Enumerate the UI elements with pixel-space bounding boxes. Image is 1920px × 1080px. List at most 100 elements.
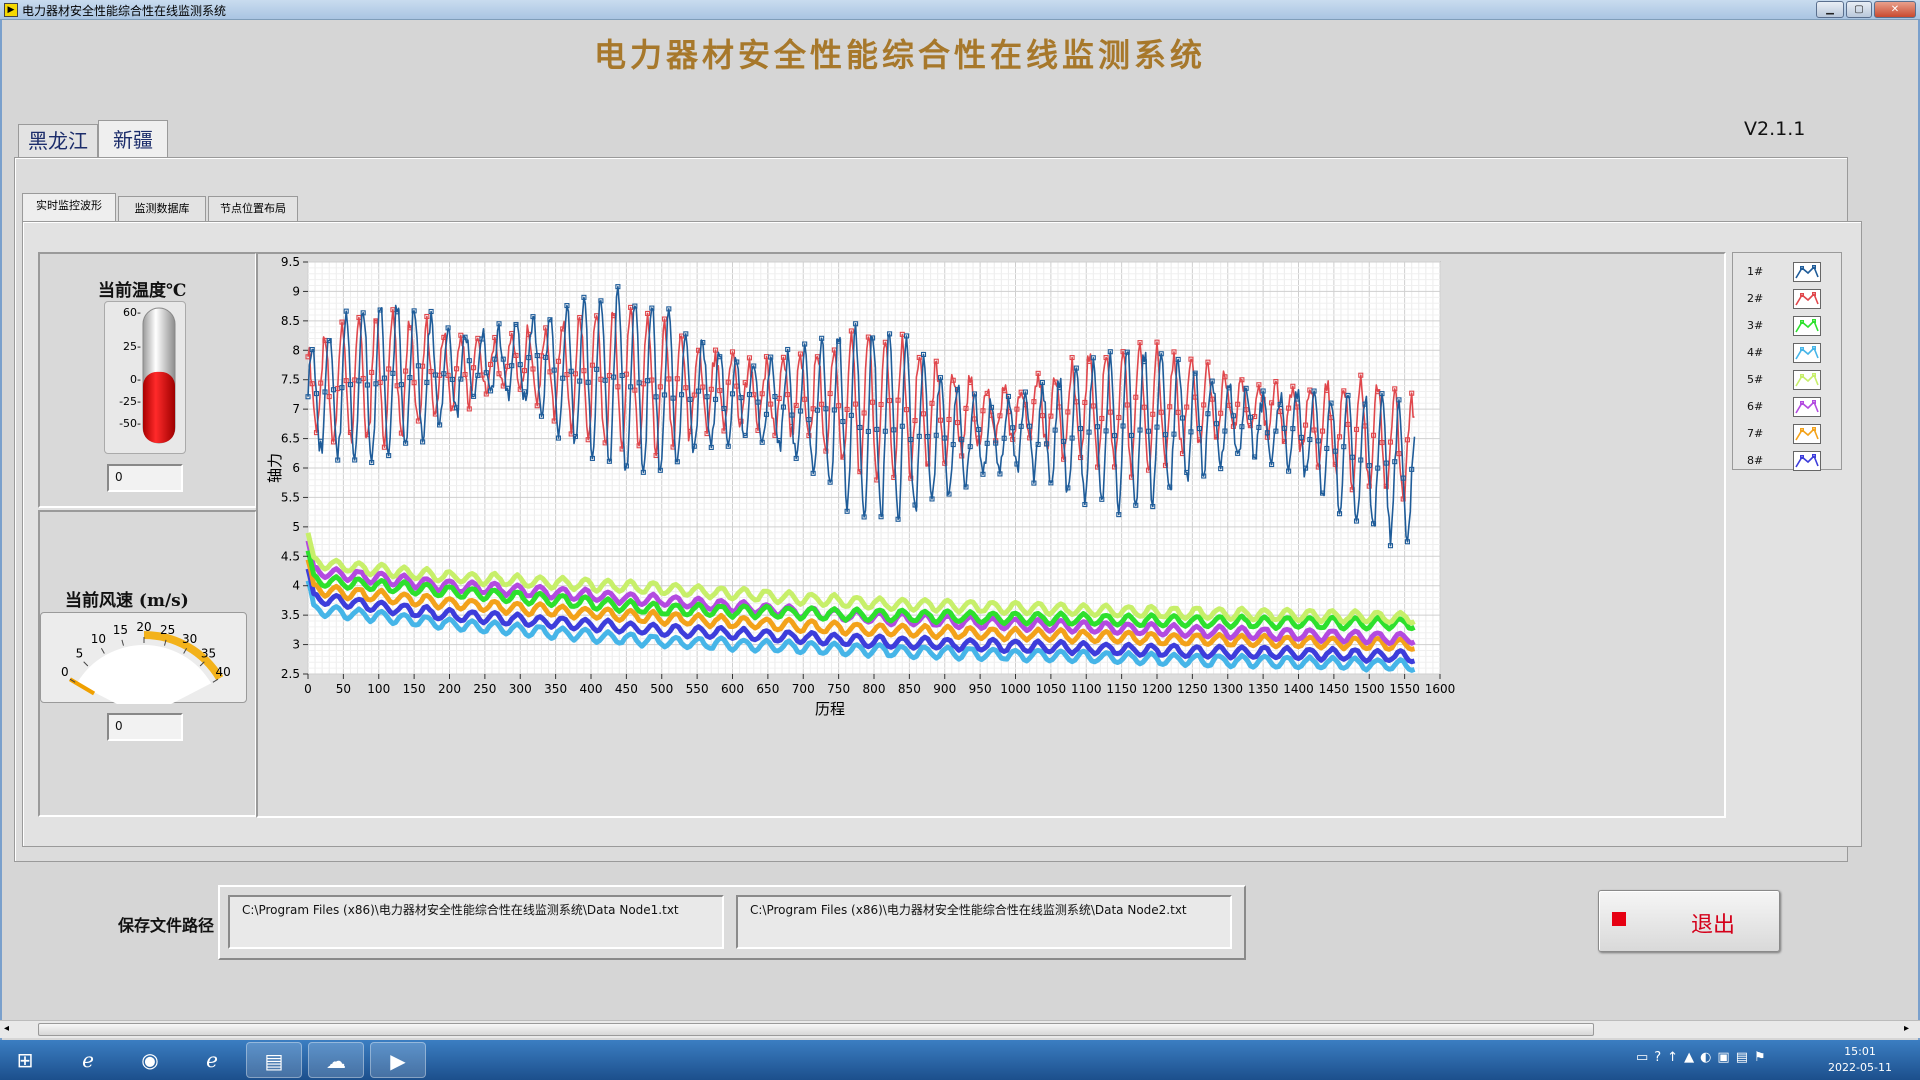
x-tick-label: 1350	[1248, 682, 1279, 696]
x-tick-label: 1600	[1425, 682, 1456, 696]
tab-xinjiang[interactable]: 新疆	[98, 120, 168, 160]
y-tick-label: 5	[292, 520, 300, 534]
legend-item[interactable]: 3#	[1739, 315, 1835, 337]
legend-line-icon	[1793, 343, 1821, 363]
tab-heilongjiang[interactable]: 黑龙江	[18, 124, 98, 158]
x-tick-label: 750	[827, 682, 850, 696]
x-tick-label: 1150	[1106, 682, 1137, 696]
minimize-button[interactable]: ▁	[1816, 1, 1844, 18]
x-tick-label: 1550	[1389, 682, 1420, 696]
legend-line-icon	[1793, 424, 1821, 444]
gauge-tick-label: 0	[61, 665, 69, 679]
wind-value[interactable]: 0	[107, 713, 183, 741]
legend-label: 4#	[1747, 346, 1764, 359]
y-tick-label: 7	[292, 402, 300, 416]
taskbar-clock[interactable]: 15:01 2022-05-11	[1790, 1044, 1920, 1076]
legend-line-icon	[1793, 451, 1821, 471]
stop-icon	[1612, 912, 1626, 926]
scroll-left-arrow-icon[interactable]: ◂	[4, 1023, 9, 1034]
waveform-chart: 0 50 100 150 200 250 300 350 400 450 500 550 600 650 7…	[256, 252, 1726, 818]
y-tick-label: 2.5	[281, 667, 300, 681]
file-explorer-icon[interactable]: ▤	[246, 1042, 302, 1078]
version-label: V2.1.1	[1744, 118, 1806, 140]
x-tick-label: 850	[898, 682, 921, 696]
y-tick-label: 9.5	[281, 255, 300, 269]
chrome-icon[interactable]: ◉	[122, 1042, 178, 1078]
tab-database[interactable]: 监测数据库	[118, 196, 206, 222]
legend-line-icon	[1793, 289, 1821, 309]
exit-button[interactable]: 退出	[1598, 890, 1780, 952]
x-tick-label: 1000	[1000, 682, 1031, 696]
x-tick-label: 1450	[1319, 682, 1350, 696]
scrollbar-thumb[interactable]	[38, 1023, 1594, 1036]
x-tick-label: 100	[367, 682, 390, 696]
start-button[interactable]: ⊞	[0, 1042, 50, 1078]
x-tick-label: 800	[863, 682, 886, 696]
temp-tick: -50-	[119, 417, 141, 430]
legend-item[interactable]: 5#	[1739, 369, 1835, 391]
maximize-button[interactable]: ▢	[1846, 1, 1872, 18]
x-tick-label: 1250	[1177, 682, 1208, 696]
x-tick-label: 500	[650, 682, 673, 696]
save-path-node2[interactable]: C:\Program Files (x86)\电力器材安全性能综合性在线监测系统…	[736, 895, 1232, 949]
wechat-icon[interactable]: ☁	[308, 1042, 364, 1078]
gauge-tick-mark	[121, 639, 124, 646]
gauge-tick-label: 30	[182, 632, 197, 646]
x-tick-label: 150	[403, 682, 426, 696]
thermometer-graphic	[142, 307, 176, 444]
legend-label: 1#	[1747, 265, 1764, 278]
x-tick-label: 250	[473, 682, 496, 696]
wind-label: 当前风速 (m/s)	[65, 591, 189, 611]
temperature-value[interactable]: 0	[107, 464, 183, 492]
y-axis-label: 轴力	[266, 453, 284, 483]
y-tick-label: 6.5	[281, 432, 300, 446]
ie-browser-icon[interactable]: ℯ	[184, 1042, 240, 1078]
y-tick-label: 3.5	[281, 608, 300, 622]
legend-label: 2#	[1747, 292, 1764, 305]
ie-icon[interactable]: ℯ	[60, 1042, 116, 1078]
gauge-tick-label: 40	[216, 665, 231, 679]
x-tick-label: 950	[969, 682, 992, 696]
x-tick-label: 650	[756, 682, 779, 696]
x-tick-label: 300	[509, 682, 532, 696]
temp-tick: 25-	[123, 340, 141, 353]
legend-label: 5#	[1747, 373, 1764, 386]
legend-item[interactable]: 1#	[1739, 261, 1835, 283]
horizontal-scrollbar[interactable]: ◂ ▸	[0, 1020, 1920, 1038]
x-tick-label: 1200	[1142, 682, 1173, 696]
x-tick-label: 50	[336, 682, 351, 696]
clock-date: 2022-05-11	[1828, 1061, 1892, 1074]
legend-item[interactable]: 6#	[1739, 396, 1835, 418]
system-tray-icons[interactable]: ▭?↑▲◐▣▤⚑	[1636, 1050, 1772, 1065]
y-tick-label: 5.5	[281, 490, 300, 504]
x-tick-label: 1400	[1283, 682, 1314, 696]
taskbar: ⊞ ℯ ◉ ℯ ▤ ☁ ▶ ▭?↑▲◐▣▤⚑ 15:01 2022-05-11	[0, 1040, 1920, 1080]
x-axis-label: 历程	[815, 700, 845, 718]
labview-app-icon[interactable]: ▶	[370, 1042, 426, 1078]
legend-item[interactable]: 8#	[1739, 450, 1835, 472]
x-tick-label: 1500	[1354, 682, 1385, 696]
legend-label: 7#	[1747, 427, 1764, 440]
x-tick-label: 600	[721, 682, 744, 696]
y-tick-label: 4	[292, 579, 300, 593]
close-button[interactable]: ✕	[1874, 1, 1916, 18]
thermometer: 60- 25- 0- -25- -50-	[104, 301, 186, 454]
gauge-tick-label: 15	[113, 623, 128, 637]
gauge-tick-label: 20	[136, 620, 151, 634]
tab-node-layout[interactable]: 节点位置布局	[208, 196, 298, 222]
save-path-node1[interactable]: C:\Program Files (x86)\电力器材安全性能综合性在线监测系统…	[228, 895, 724, 949]
x-tick-label: 450	[615, 682, 638, 696]
y-tick-label: 4.5	[281, 549, 300, 563]
y-tick-label: 7.5	[281, 373, 300, 387]
window-title-bar[interactable]: ▶ 电力器材安全性能综合性在线监测系统 ▁ ▢ ✕	[0, 0, 1920, 20]
waveform-chart-svg: 0 50 100 150 200 250 300 350 400 450 500 550 600 650 7…	[266, 255, 1456, 718]
tab-realtime-waveform[interactable]: 实时监控波形	[22, 193, 116, 223]
legend-item[interactable]: 4#	[1739, 342, 1835, 364]
app-icon: ▶	[4, 3, 18, 17]
x-tick-label: 1100	[1071, 682, 1102, 696]
legend-item[interactable]: 7#	[1739, 423, 1835, 445]
wind-gauge-graphic: 05 10 15 20 25 30 3540	[61, 620, 231, 718]
chart-legend: 1# 2# 3# 4# 5# 6# 7# 8#	[1732, 252, 1842, 472]
scroll-right-arrow-icon[interactable]: ▸	[1904, 1023, 1909, 1034]
legend-item[interactable]: 2#	[1739, 288, 1835, 310]
